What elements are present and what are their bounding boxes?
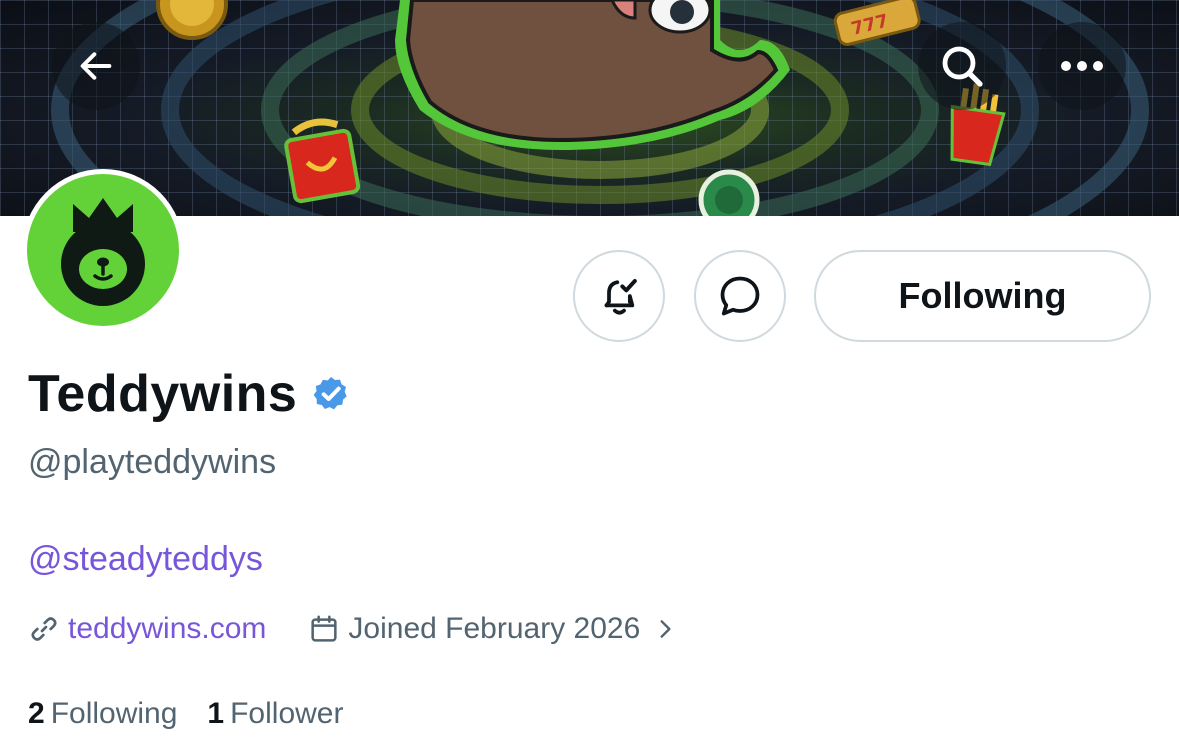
following-button[interactable]: Following xyxy=(814,250,1151,342)
meal-box-sticker xyxy=(284,118,361,204)
handle: @playteddywins xyxy=(28,443,277,481)
teddy-bear-sticker xyxy=(395,0,790,150)
followers-count: 1 xyxy=(207,697,225,730)
profile-meta: teddywins.com Joined February 2026 xyxy=(28,612,678,646)
display-name: Teddywins xyxy=(28,365,298,423)
website-item[interactable]: teddywins.com xyxy=(28,612,266,646)
more-button[interactable] xyxy=(1038,22,1126,110)
arrow-left-icon xyxy=(80,52,112,80)
joined-date: Joined February 2026 xyxy=(348,612,641,645)
bio-mention-link[interactable]: @steadyteddys xyxy=(28,540,263,579)
followers-label: Follower xyxy=(230,697,344,730)
joined-item[interactable]: Joined February 2026 xyxy=(308,612,678,646)
name-row: Teddywins xyxy=(28,364,351,424)
more-horizontal-icon xyxy=(1061,61,1103,71)
avatar-image xyxy=(27,174,179,326)
notifications-button[interactable] xyxy=(573,250,665,342)
following-stat[interactable]: 2 Following xyxy=(28,697,177,731)
message-bubble-icon xyxy=(720,276,760,316)
following-label: Following xyxy=(50,697,178,730)
following-count: 2 xyxy=(28,697,45,730)
website-link[interactable]: teddywins.com xyxy=(68,612,266,646)
message-button[interactable] xyxy=(694,250,786,342)
link-icon xyxy=(31,617,57,641)
chevron-right-icon xyxy=(660,620,671,638)
search-button[interactable] xyxy=(918,22,1006,110)
calendar-icon xyxy=(311,615,338,642)
search-icon xyxy=(942,46,983,87)
bear-crown-logo-icon xyxy=(61,198,145,306)
banner-artwork: 777 xyxy=(51,0,1149,216)
poker-chip-sticker xyxy=(698,169,760,216)
followers-stat[interactable]: 1 Follower xyxy=(207,697,343,731)
avatar[interactable] xyxy=(22,169,184,331)
back-button[interactable] xyxy=(52,22,140,110)
verified-badge-icon[interactable] xyxy=(311,374,351,414)
profile-stats: 2 Following 1 Follower xyxy=(28,697,343,731)
profile-banner[interactable]: 777 xyxy=(0,0,1179,216)
bell-check-icon xyxy=(604,279,637,315)
